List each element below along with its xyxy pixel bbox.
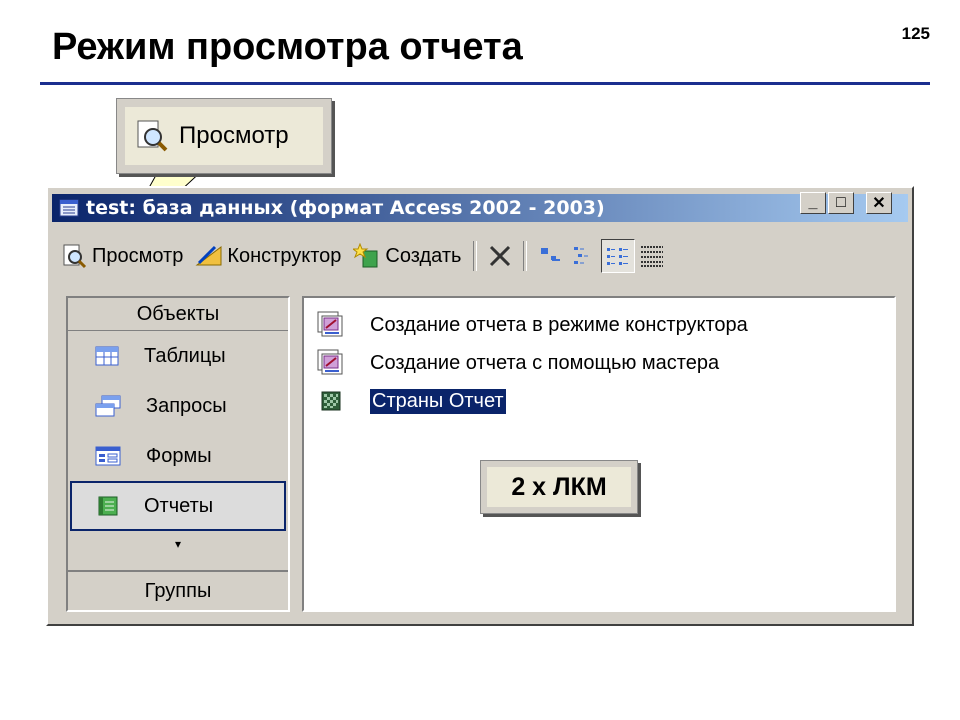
report-icon [98,496,118,516]
delete-button[interactable] [483,239,517,273]
title-rule [40,82,930,85]
list-item[interactable]: Создание отчета с помощью мастера [314,346,719,380]
new-object-icon [353,243,378,268]
double-click-callout: 2 х ЛКМ [480,460,638,514]
large-icons-button[interactable] [533,239,567,273]
window-title: test: база данных (формат Access 2002 - … [86,197,605,219]
double-click-label: 2 х ЛКМ [487,467,631,507]
design-button-label: Конструктор [227,244,342,267]
objects-item-label: Отчеты [144,494,214,517]
small-icons-button[interactable] [567,239,601,273]
delete-icon [490,245,511,267]
objects-item-tables[interactable]: Таблицы [70,331,286,381]
more-objects-arrow[interactable]: ▾ [68,531,288,557]
large-icons-icon [541,248,561,261]
form-icon [95,446,121,466]
objects-item-label: Таблицы [144,344,226,367]
create-button[interactable]: Создать [347,239,467,273]
database-icon [59,199,79,217]
groups-header[interactable]: Группы [68,570,288,610]
magnifier-icon [63,244,87,269]
small-icons-icon [574,247,589,264]
preview-button-label: Просмотр [92,244,184,267]
create-report-icon [317,349,343,375]
objects-item-label: Формы [146,444,212,467]
details-view-button[interactable] [635,239,669,273]
table-icon [95,346,119,366]
design-ruler-icon [195,245,222,266]
toolbar-separator [523,241,528,271]
design-button[interactable]: Конструктор [189,239,347,273]
list-item-label: Страны Отчет [369,387,507,415]
objects-item-queries[interactable]: Запросы [70,381,286,431]
details-view-icon [641,246,664,267]
magnifier-icon [137,120,168,152]
close-button[interactable]: ✕ [866,192,892,214]
callout-preview-label: Просмотр [179,122,289,149]
list-view-button[interactable] [601,239,636,273]
toolbar: Просмотр Конструктор Создать [56,236,904,276]
page-number: 125 [901,24,930,43]
create-button-label: Создать [385,244,462,267]
list-view-icon [607,248,629,265]
objects-pane: Объекты Таблицы Запросы Формы Отчеты ▾ Г… [66,296,290,612]
list-item-label: Создание отчета с помощью мастера [370,351,720,374]
preview-button[interactable]: Просмотр [56,239,189,273]
list-item-selected[interactable]: Страны Отчет [314,384,507,418]
list-item[interactable]: Создание отчета в режиме конструктора [314,308,748,342]
objects-item-forms[interactable]: Формы [70,431,286,481]
toolbar-separator [473,241,478,271]
objects-header[interactable]: Объекты [68,298,288,331]
query-icon [95,395,121,417]
database-window: test: база данных (формат Access 2002 - … [46,186,914,626]
objects-item-reports[interactable]: Отчеты [70,481,286,531]
title-bar[interactable]: test: база данных (формат Access 2002 - … [52,194,908,222]
minimize-button[interactable]: _ [800,192,826,214]
create-report-icon [317,311,343,337]
slide-title: Режим просмотра отчета [52,26,523,68]
preview-callout: Просмотр [116,98,332,174]
objects-list: Создание отчета в режиме конструктора Со… [302,296,896,612]
list-item-label: Создание отчета в режиме конструктора [370,313,748,336]
objects-item-label: Запросы [146,394,227,417]
maximize-button[interactable]: □ [828,192,854,214]
report-icon [321,391,341,411]
